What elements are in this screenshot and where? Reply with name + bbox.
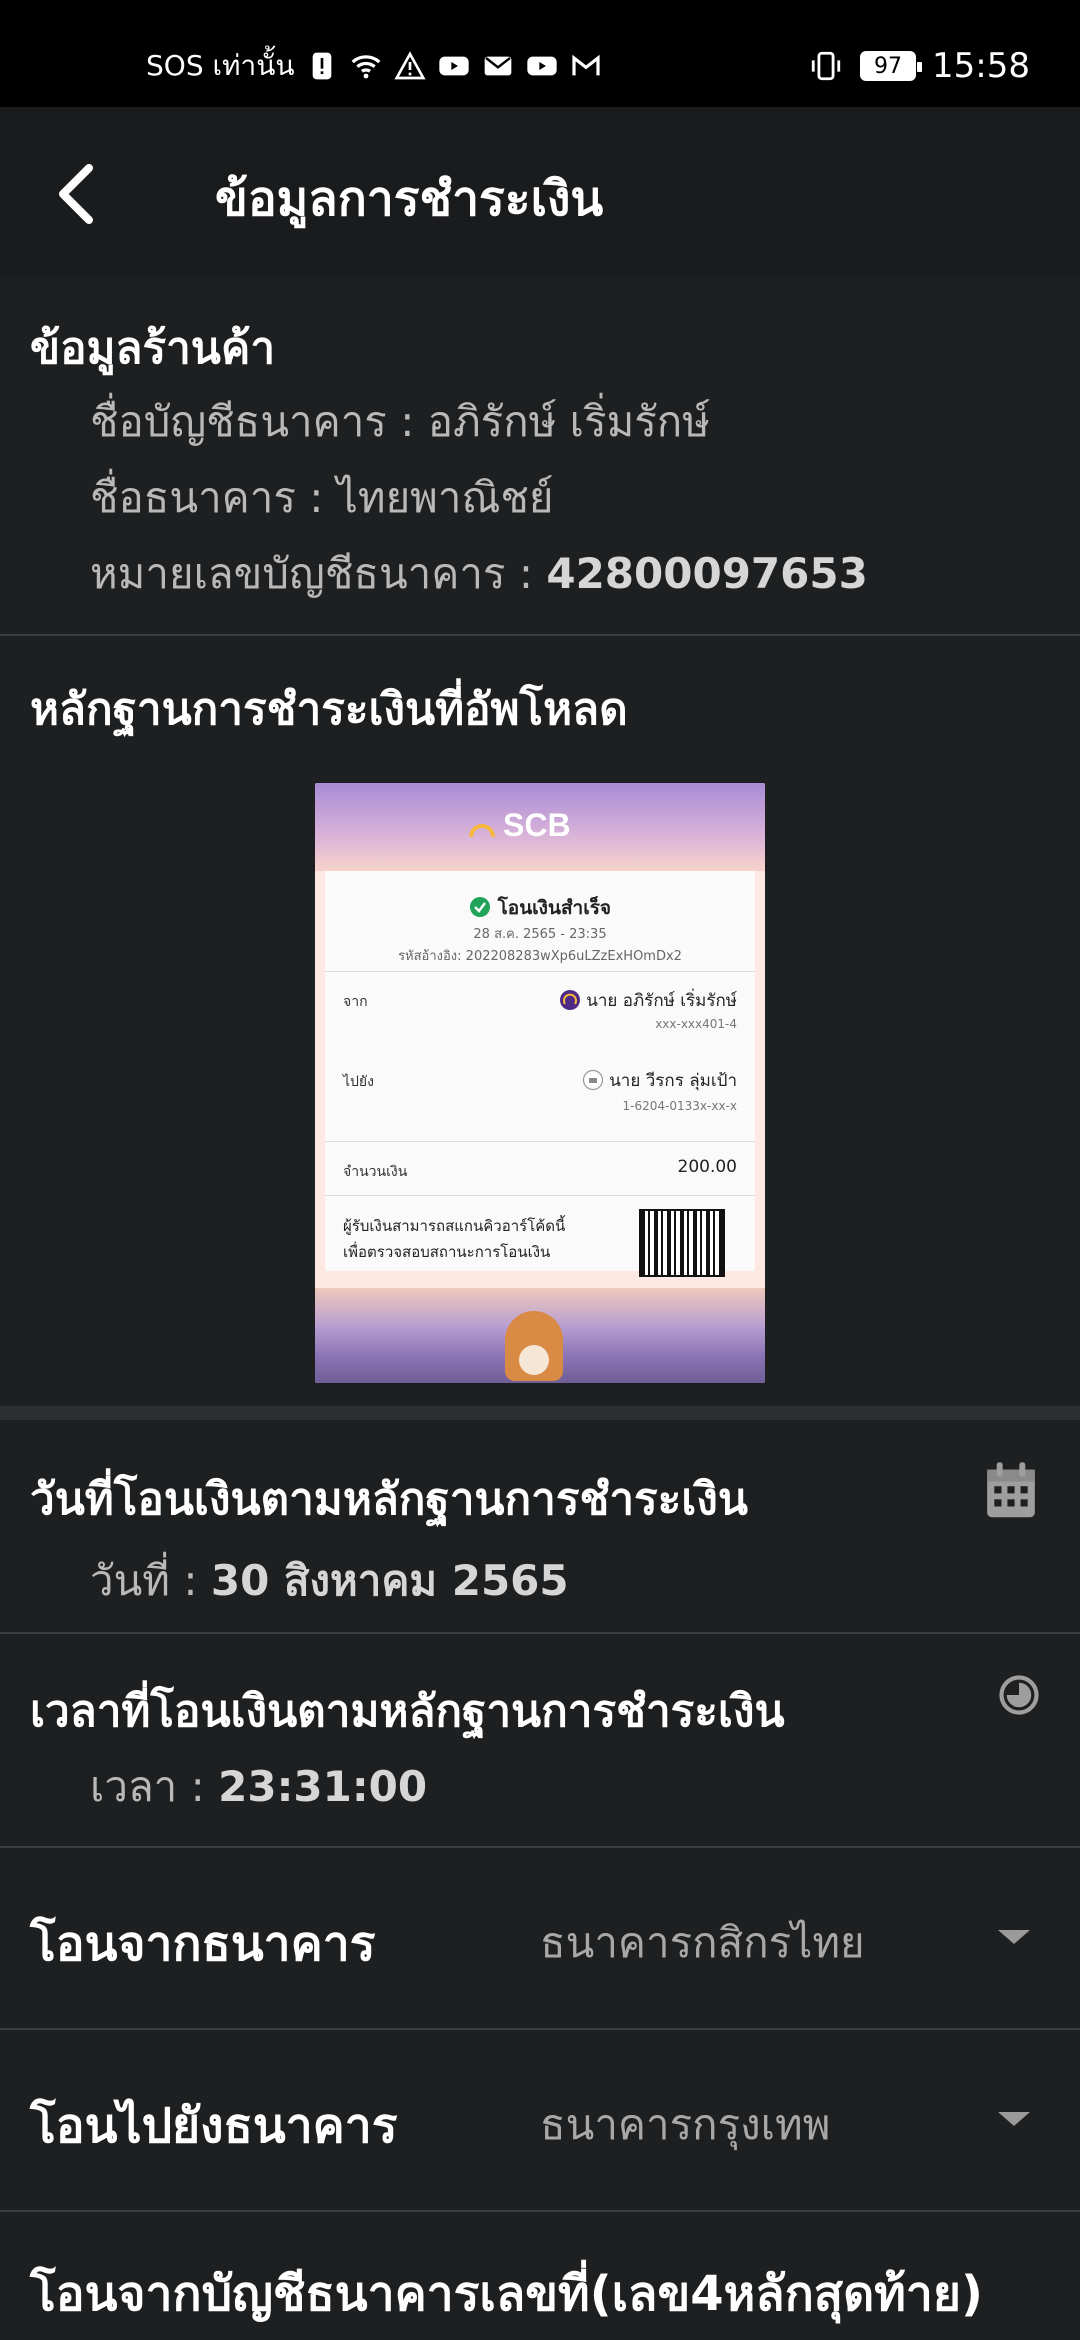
carrier-text: SOS เท่านั้น (146, 49, 295, 82)
transfer-time-label: เวลา : (90, 1762, 205, 1811)
transfer-time-value: 23:31:00 (218, 1762, 428, 1811)
scb-logo-icon (469, 823, 495, 837)
slip-note: ผู้รับเงินสามารถสแกนคิวอาร์โค้ดนี้ เพื่อ… (343, 1213, 603, 1265)
bank-icon (582, 1069, 603, 1091)
sim-alert-icon (312, 52, 331, 80)
wifi-icon (351, 55, 380, 79)
scb-logo: SCB (467, 807, 571, 844)
slip-from-name-text: นาย อภิรักษ์ เริ่มรักษ์ (586, 991, 737, 1011)
transfer-date-row: วันที่ : 30 สิงหาคม 2565 (90, 1548, 569, 1614)
bank-name-label: ชื่อธนาคาร : (90, 473, 324, 522)
from-bank-value[interactable]: ธนาคารกสิกรไทย (540, 1910, 865, 1976)
to-bank-label: โอนไปยังธนาคาร (30, 2098, 398, 2154)
transfer-time-row: เวลา : 23:31:00 (90, 1754, 427, 1820)
from-bank-dropdown[interactable]: โอนจากธนาคาร ธนาคารกสิกรไทย (0, 1848, 1080, 2028)
status-left: SOS เท่านั้น (146, 44, 603, 88)
shiba-mascot (505, 1311, 563, 1381)
transfer-date-value: 30 สิงหาคม 2565 (210, 1556, 569, 1605)
slip-note-line1: ผู้รับเงินสามารถสแกนคิวอาร์โค้ดนี้ (343, 1217, 566, 1235)
scb-logo-text: SCB (503, 807, 571, 843)
store-info-section: ข้อมูลร้านค้า ชื่อบัญชีธนาคาร : อภิรักษ์… (0, 277, 1080, 634)
transfer-time-heading: เวลาที่โอนเงินตามหลักฐานการชำระเงิน (30, 1686, 785, 1737)
to-bank-value[interactable]: ธนาคารกรุงเทพ (540, 2092, 830, 2158)
slip-from-label: จาก (343, 994, 368, 1010)
account-name-row: ชื่อบัญชีธนาคาร : อภิรักษ์ เริ่มรักษ์ (90, 389, 710, 455)
slip-reference: รหัสอ้างอิง: 202208283wXp6uLZzExHOmDx2 (398, 949, 682, 964)
transfer-date-section[interactable]: วันที่โอนเงินตามหลักฐานการชำระเงิน วันที… (0, 1420, 1080, 1632)
from-account-section[interactable]: โอนจากบัญชีธนาคารเลขที่(เลข4หลักสุดท้าย) (0, 2212, 1080, 2340)
warning-icon (393, 51, 426, 80)
slip-amount: 200.00 (677, 1157, 737, 1177)
chevron-left-icon (59, 164, 93, 224)
bank-name-row: ชื่อธนาคาร : ไทยพาณิชย์ (90, 465, 554, 531)
youtube-icon (438, 56, 469, 76)
page-title: ข้อมูลการชำระเงิน (215, 171, 604, 227)
transfer-date-heading: วันที่โอนเงินตามหลักฐานการชำระเงิน (30, 1474, 748, 1525)
battery-indicator: 97 (860, 51, 923, 81)
slip-status-text: โอนเงินสำเร็จ (497, 897, 612, 919)
transfer-date-label: วันที่ : (90, 1556, 198, 1605)
battery-level: 97 (874, 53, 903, 79)
to-bank-dropdown[interactable]: โอนไปยังธนาคาร ธนาคารกรุงเทพ (0, 2030, 1080, 2210)
slip-divider (325, 1195, 755, 1196)
youtube-icon-2 (526, 56, 557, 76)
calendar-icon[interactable] (982, 1460, 1040, 1522)
app-bar: ข้อมูลการชำระเงิน (0, 107, 1080, 277)
back-button[interactable] (40, 159, 110, 229)
mail-icon (484, 56, 511, 76)
scb-bank-icon (559, 990, 580, 1010)
slip-from-account: xxx-xxx401-4 (655, 1017, 737, 1031)
status-right: 97 15:58 (808, 44, 1030, 88)
transfer-time-section[interactable]: เวลาที่โอนเงินตามหลักฐานการชำระเงิน เวลา… (0, 1634, 1080, 1846)
account-name-value: อภิรักษ์ เริ่มรักษ์ (427, 397, 710, 446)
slip-note-line2: เพื่อตรวจสอบสถานะการโอนเงิน (343, 1243, 551, 1261)
slip-to-name: นาย วีรกร ลุ่มเป้า (582, 1067, 737, 1094)
account-number-label: หมายเลขบัญชีธนาคาร : (90, 549, 533, 598)
status-bar: SOS เท่านั้น 97 15:58 (0, 0, 1080, 107)
proof-heading: หลักฐานการชำระเงินที่อัพโหลด (30, 684, 628, 735)
slip-amount-label: จำนวนเงิน (343, 1164, 408, 1180)
gmail-icon (571, 54, 600, 76)
qr-code (639, 1209, 725, 1277)
section-separator (0, 1406, 1080, 1420)
clock-time: 15:58 (932, 46, 1030, 86)
account-number-row: หมายเลขบัญชีธนาคาร : 42800097653 (90, 541, 868, 607)
slip-to-account: 1-6204-0133x-xx-x (622, 1099, 737, 1113)
check-circle-icon (469, 897, 490, 917)
dropdown-caret-icon[interactable] (998, 2112, 1030, 2126)
clock-icon[interactable] (998, 1674, 1040, 1716)
account-name-label: ชื่อบัญชีธนาคาร : (90, 397, 415, 446)
slip-divider (325, 1141, 755, 1142)
bank-name-value: ไทยพาณิชย์ (336, 473, 554, 522)
account-number-value: 42800097653 (546, 549, 868, 598)
slip-from-name: นาย อภิรักษ์ เริ่มรักษ์ (559, 987, 737, 1014)
slip-to-name-text: นาย วีรกร ลุ่มเป้า (609, 1071, 737, 1091)
slip-to-label: ไปยัง (343, 1074, 374, 1090)
divider (0, 634, 1080, 636)
store-info-heading: ข้อมูลร้านค้า (30, 323, 276, 374)
slip-status: โอนเงินสำเร็จ (325, 893, 755, 923)
vibrate-icon (811, 51, 841, 81)
slip-card: โอนเงินสำเร็จ 28 ส.ค. 2565 - 23:35 รหัสอ… (325, 871, 755, 1277)
slip-datetime: 28 ส.ค. 2565 - 23:35 (473, 927, 607, 942)
dropdown-caret-icon[interactable] (998, 1930, 1030, 1944)
from-bank-label: โอนจากธนาคาร (30, 1916, 376, 1972)
payment-slip-image[interactable]: SCB โอนเงินสำเร็จ 28 ส.ค. 2565 - 23:35 ร… (315, 783, 765, 1383)
slip-divider (325, 971, 755, 972)
from-account-label: โอนจากบัญชีธนาคารเลขที่(เลข4หลักสุดท้าย) (30, 2266, 983, 2322)
